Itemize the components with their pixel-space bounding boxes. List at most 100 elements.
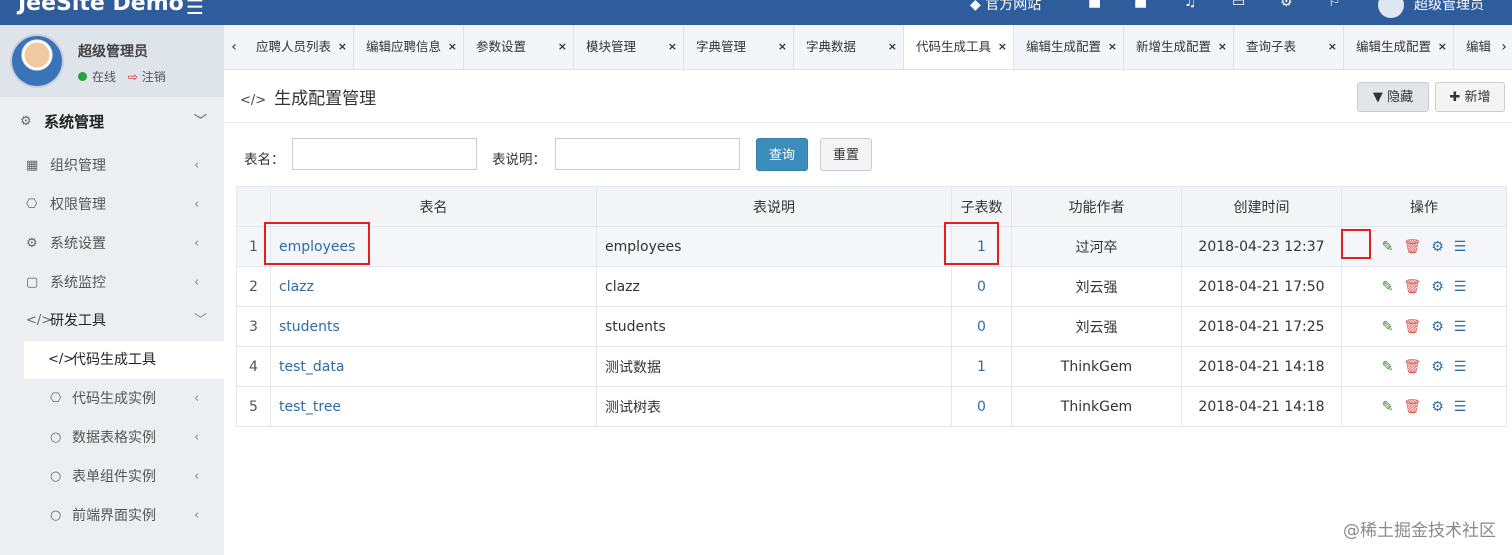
generate-code-icon[interactable]: ⚙ (1431, 399, 1444, 415)
sidebar-item[interactable]: ⎔ 权限管理 ‹ (0, 186, 224, 224)
top-user-name[interactable]: 超级管理员 (1414, 0, 1484, 14)
more-menu-icon[interactable]: ☰ (1454, 319, 1467, 335)
menu-toggle-icon[interactable]: ☰ (186, 0, 204, 19)
more-menu-icon[interactable]: ☰ (1454, 239, 1467, 255)
sidebar-item[interactable]: ⚙ 系统设置 ‹ (0, 225, 224, 263)
more-menu-icon[interactable]: ☰ (1454, 399, 1467, 415)
logout-link[interactable]: 注销 (142, 70, 166, 84)
tab[interactable]: 代码生成工具 × (904, 25, 1014, 69)
edit-icon[interactable]: ✎ (1382, 359, 1394, 375)
query-button[interactable]: 查询 (756, 138, 808, 171)
hide-button[interactable]: ▼ 隐藏 (1357, 82, 1429, 112)
close-icon[interactable]: × (338, 25, 347, 69)
sidebar-item[interactable]: ⎔ 代码生成实例 ‹ (0, 380, 224, 418)
sidebar-item[interactable]: ▢ 系统监控 ‹ (0, 264, 224, 302)
col-header-name[interactable]: 表名 (270, 186, 597, 227)
tab[interactable]: 编辑生成配置 × (1344, 25, 1454, 69)
edit-icon[interactable]: ✎ (1382, 239, 1394, 255)
table-row: 3 students students 0 刘云强 2018-04-21 17:25 ✎ 🗑 ⚙… (236, 306, 1507, 347)
tab[interactable]: 字典数据 × (794, 25, 904, 69)
subtable-count-link[interactable]: 1 (951, 346, 1012, 387)
table-desc-input[interactable] (555, 138, 740, 170)
close-icon[interactable]: × (1438, 25, 1447, 69)
tab[interactable]: 编辑生成配置 × (1014, 25, 1124, 69)
tab[interactable]: 模块管理 × (574, 25, 684, 69)
close-icon[interactable]: × (888, 25, 897, 69)
delete-icon[interactable]: 🗑 (1403, 279, 1421, 295)
col-header-time[interactable]: 创建时间 (1181, 186, 1342, 227)
generate-code-icon[interactable]: ⚙ (1431, 239, 1444, 255)
subtable-count-link[interactable]: 0 (951, 266, 1012, 307)
sidebar-item[interactable]: ▦ 组织管理 ‹ (0, 147, 224, 185)
close-icon[interactable]: × (558, 25, 567, 69)
tab[interactable]: 应聘人员列表 × (244, 25, 354, 69)
table-name-link[interactable]: test_data (270, 346, 597, 387)
subtable-count-link[interactable]: 1 (951, 226, 1012, 267)
close-icon[interactable]: × (1218, 25, 1227, 69)
edit-icon[interactable]: ✎ (1382, 319, 1394, 335)
table-name-input[interactable] (292, 138, 477, 170)
tab-label: 新增生成配置 (1136, 39, 1212, 54)
tab[interactable]: 编辑应聘信息 × (354, 25, 464, 69)
close-icon[interactable]: × (1108, 25, 1117, 69)
table-name-link[interactable]: students (270, 306, 597, 347)
screen-icon[interactable]: ▭ (1232, 0, 1245, 10)
gear-icon: ⚙ (20, 114, 32, 129)
sidebar-item[interactable]: ○ 表单组件实例 ‹ (0, 458, 224, 496)
message-icon[interactable]: ■ (1134, 0, 1147, 10)
subtable-count-link[interactable]: 0 (951, 306, 1012, 347)
edit-icon[interactable]: ✎ (1382, 399, 1394, 415)
close-icon[interactable]: × (668, 25, 677, 69)
close-icon[interactable]: × (448, 25, 457, 69)
tab[interactable]: 字典管理 × (684, 25, 794, 69)
reset-button[interactable]: 重置 (820, 138, 872, 171)
table-name-link[interactable]: test_tree (270, 386, 597, 427)
logout-icon[interactable]: ⇨ (128, 70, 138, 84)
delete-icon[interactable]: 🗑 (1403, 359, 1421, 375)
chevron-left-icon: ‹ (194, 236, 200, 251)
col-header-author[interactable]: 功能作者 (1011, 186, 1182, 227)
col-header-desc[interactable]: 表说明 (596, 186, 952, 227)
generate-code-icon[interactable]: ⚙ (1431, 319, 1444, 335)
flag-icon[interactable]: ⚐ (1328, 0, 1341, 10)
delete-icon[interactable]: 🗑 (1403, 239, 1421, 255)
sidebar-item[interactable]: ○ 前端界面实例 ‹ (0, 497, 224, 535)
brand-logo[interactable]: JeeSite Demo (18, 0, 184, 16)
generate-code-icon[interactable]: ⚙ (1431, 359, 1444, 375)
tab[interactable]: 参数设置 × (464, 25, 574, 69)
table-name-link[interactable]: employees (270, 226, 597, 267)
tab-prev-icon[interactable]: ‹ (224, 25, 244, 69)
sidebar-item[interactable]: </> 代码生成工具 (24, 341, 224, 379)
bell-icon[interactable]: ♫ (1184, 0, 1197, 10)
more-menu-icon[interactable]: ☰ (1454, 279, 1467, 295)
col-header-subcount[interactable]: 子表数 (951, 186, 1012, 227)
subtable-count-link[interactable]: 0 (951, 386, 1012, 427)
grid-icon: ▦ (26, 158, 39, 173)
sidebar-item[interactable]: ○ 数据表格实例 ‹ (0, 419, 224, 457)
tab[interactable]: 查询子表 × (1234, 25, 1344, 69)
delete-icon[interactable]: 🗑 (1403, 399, 1421, 415)
sidebar-item[interactable]: ⚙ 系统管理 ﹀ (0, 103, 224, 141)
tab-label: 代码生成工具 (916, 39, 992, 54)
close-icon[interactable]: × (1328, 25, 1337, 69)
sidebar-item-label: 表单组件实例 (72, 469, 156, 485)
author: ThinkGem (1011, 386, 1182, 427)
row-actions: ✎ 🗑 ⚙ ☰ (1341, 386, 1507, 427)
more-menu-icon[interactable]: ☰ (1454, 359, 1467, 375)
sidebar-item[interactable]: </> 研发工具 ﹀ (0, 302, 224, 340)
close-icon[interactable]: × (998, 25, 1007, 69)
tab-next-icon[interactable]: › (1496, 25, 1512, 69)
edit-icon[interactable]: ✎ (1382, 279, 1394, 295)
website-link[interactable]: ◆ 官方网站 (970, 0, 1041, 14)
delete-icon[interactable]: 🗑 (1403, 319, 1421, 335)
create-time: 2018-04-21 14:18 (1181, 346, 1342, 387)
tab[interactable]: 新增生成配置 × (1124, 25, 1234, 69)
add-button[interactable]: ✚ 新增 (1435, 82, 1505, 112)
tab[interactable]: 编辑 (1454, 25, 1496, 69)
settings-icon[interactable]: ⚙ (1280, 0, 1293, 10)
top-avatar[interactable] (1378, 0, 1404, 18)
generate-code-icon[interactable]: ⚙ (1431, 279, 1444, 295)
close-icon[interactable]: × (778, 25, 787, 69)
table-name-link[interactable]: clazz (270, 266, 597, 307)
home-icon[interactable]: ■ (1088, 0, 1101, 10)
